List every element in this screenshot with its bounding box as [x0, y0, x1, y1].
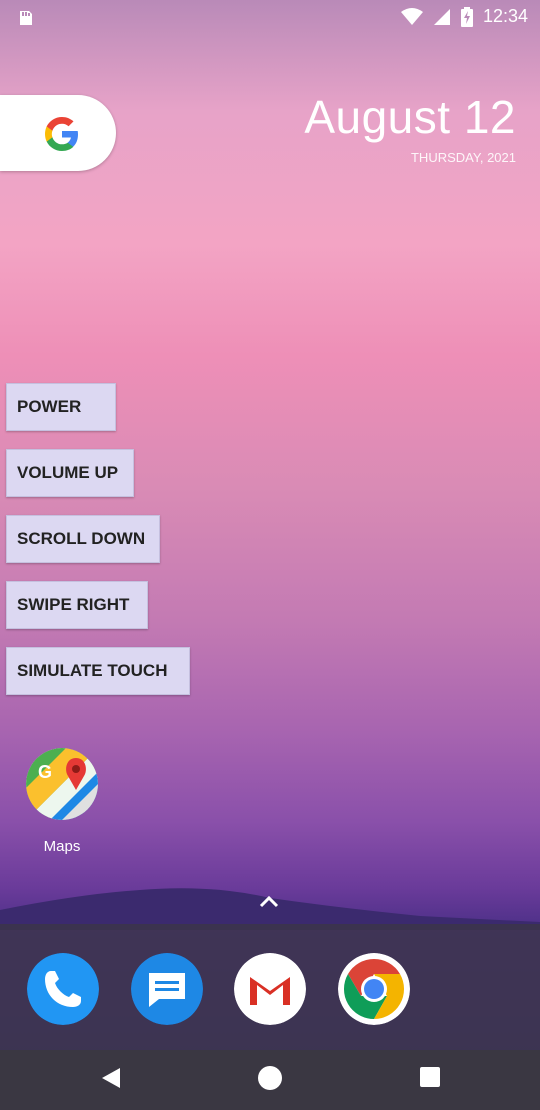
status-time: 12:34: [482, 6, 528, 26]
volume-up-button[interactable]: VOLUME UP: [6, 449, 134, 497]
back-icon[interactable]: [100, 1066, 122, 1090]
maps-icon[interactable]: G: [26, 748, 98, 820]
power-button[interactable]: POWER: [6, 383, 116, 431]
maps-label: Maps: [43, 838, 81, 855]
gmail-icon[interactable]: [234, 953, 306, 1025]
svg-text:G: G: [38, 762, 52, 782]
messages-icon[interactable]: [131, 953, 203, 1025]
phone-icon[interactable]: [27, 953, 99, 1025]
app-drawer-chevron-icon[interactable]: [258, 894, 280, 908]
swipe-right-button[interactable]: SWIPE RIGHT: [6, 581, 148, 629]
status-bar: 12:34: [0, 0, 540, 36]
wifi-icon: [400, 7, 423, 25]
signal-icon: [433, 8, 450, 25]
google-g-icon[interactable]: [44, 116, 80, 152]
simulate-touch-button[interactable]: SIMULATE TOUCH: [6, 647, 190, 695]
date-widget-weekday: THURSDAY, 2021: [410, 150, 516, 165]
recents-icon[interactable]: [420, 1067, 440, 1087]
sd-card-icon: [20, 11, 32, 25]
battery-charging-icon: [460, 6, 473, 27]
chrome-icon[interactable]: [338, 953, 410, 1025]
home-icon[interactable]: [258, 1066, 282, 1090]
date-widget-date[interactable]: August 12: [304, 90, 516, 144]
scroll-down-button[interactable]: SCROLL DOWN: [6, 515, 160, 563]
